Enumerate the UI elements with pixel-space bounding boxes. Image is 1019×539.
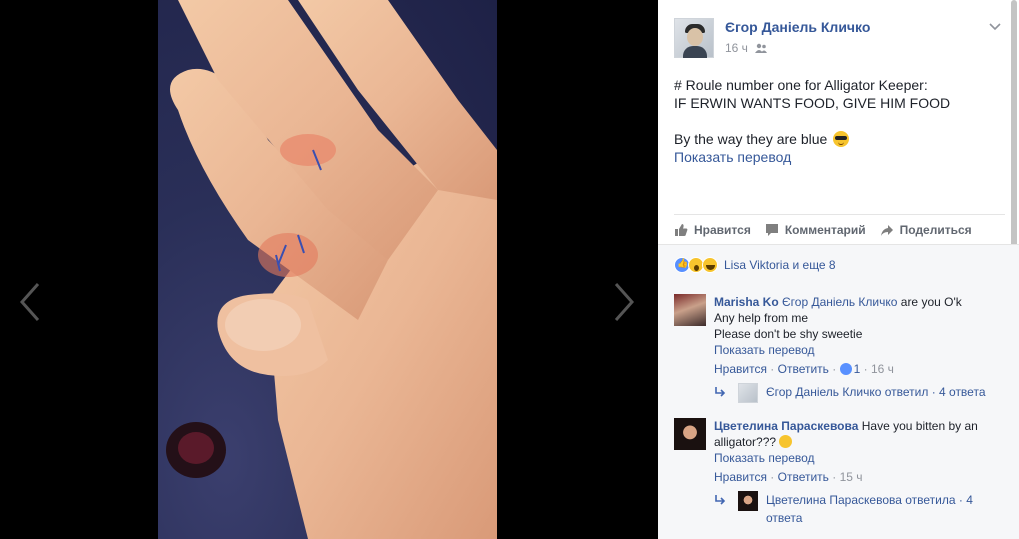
post-time[interactable]: 16 ч	[725, 41, 748, 55]
reply-arrow-icon	[715, 387, 726, 397]
commenter-avatar[interactable]	[674, 418, 706, 450]
thumbs-up-icon	[675, 223, 688, 236]
comment-mention[interactable]: Єгор Даніель Кличко	[782, 295, 897, 309]
replier-avatar	[738, 383, 758, 403]
comment-item: Цветелина Параскевова Have you bitten by…	[674, 418, 1005, 488]
post-actions-bar: Нравится Комментарий Поделиться	[674, 214, 1005, 244]
view-replies-link[interactable]: Цветелина Параскевова ответила · 4 ответ…	[714, 491, 999, 527]
post-header: Єгор Даніель Кличко 16 ч	[674, 18, 1005, 58]
comment-like-button[interactable]: Нравится	[714, 470, 767, 484]
comment-like-button[interactable]: Нравится	[714, 362, 767, 376]
replies-count-suffix[interactable]: ответа	[766, 511, 802, 525]
replies-count[interactable]: ответил · 4 ответа	[885, 383, 986, 401]
post-text-line: # Roule number one for Alligator Keeper:	[674, 77, 928, 93]
worried-emoji-icon	[779, 435, 793, 448]
show-translation-link[interactable]: Показать перевод	[674, 148, 1005, 166]
share-button[interactable]: Поделиться	[880, 223, 972, 237]
like-count-icon	[839, 363, 852, 375]
show-translation-link[interactable]: Показать перевод	[714, 343, 815, 357]
comment-author[interactable]: Цветелина Параскевова	[714, 419, 858, 433]
comment-button[interactable]: Комментарий	[765, 223, 866, 237]
reply-arrow-icon	[715, 495, 726, 505]
replier-avatar	[738, 491, 758, 511]
comment-icon	[765, 223, 778, 236]
chevron-down-icon[interactable]	[989, 20, 1001, 32]
comment-like-count[interactable]: 1	[854, 362, 861, 376]
comment-text: Цветелина Параскевова Have you bitten by…	[714, 418, 1005, 485]
friends-audience-icon[interactable]	[755, 42, 768, 53]
comment-reply-button[interactable]: Ответить	[778, 470, 829, 484]
haha-reaction-icon	[702, 257, 718, 273]
replies-author[interactable]: Єгор Даніель Кличко	[766, 383, 881, 401]
photo-hand-image	[166, 0, 497, 539]
post-side-panel: Єгор Даніель Кличко 16 ч # Roule number …	[658, 0, 1019, 539]
comment-text: Marisha Ko Єгор Даніель Кличко are you O…	[714, 294, 1005, 377]
previous-photo-arrow-icon[interactable]	[18, 282, 42, 322]
reactors-link[interactable]: Lisa Viktoria и еще 8	[724, 258, 836, 272]
post-text-line: By the way they are blue	[674, 130, 1005, 148]
comment-time[interactable]: 15 ч	[840, 470, 863, 484]
comment-time[interactable]: 16 ч	[871, 362, 894, 376]
reactions-summary[interactable]: Lisa Viktoria и еще 8	[674, 257, 836, 273]
post-body: # Roule number one for Alligator Keeper:…	[674, 76, 1005, 166]
author-name[interactable]: Єгор Даніель Кличко	[725, 19, 870, 35]
commenter-avatar[interactable]	[674, 294, 706, 326]
replies-count[interactable]: ответила · 4	[905, 493, 973, 507]
post-meta: 16 ч	[725, 41, 768, 55]
sunglasses-emoji-icon	[833, 131, 850, 147]
post-photo[interactable]	[158, 0, 497, 539]
comments-section: Lisa Viktoria и еще 8 Marisha Ko Єгор Да…	[658, 244, 1019, 539]
comment-footer: Нравится · Ответить · 1 · 16 ч	[714, 362, 894, 376]
replies-author[interactable]: Цветелина Параскевова	[766, 493, 902, 507]
show-translation-link[interactable]: Показать перевод	[714, 451, 815, 465]
share-arrow-icon	[880, 224, 893, 236]
post-text-line: IF ERWIN WANTS FOOD, GIVE HIM FOOD	[674, 95, 951, 111]
comment-footer: Нравится · Ответить · 15 ч	[714, 470, 863, 484]
comment-author[interactable]: Marisha Ko	[714, 295, 779, 309]
like-button[interactable]: Нравится	[674, 223, 751, 237]
comment-reply-button[interactable]: Ответить	[778, 362, 829, 376]
next-photo-arrow-icon[interactable]	[612, 282, 636, 322]
photo-viewer	[0, 0, 658, 539]
author-avatar[interactable]	[674, 18, 714, 58]
view-replies-link[interactable]: Єгор Даніель Кличко ответил · 4 ответа	[714, 383, 1019, 403]
